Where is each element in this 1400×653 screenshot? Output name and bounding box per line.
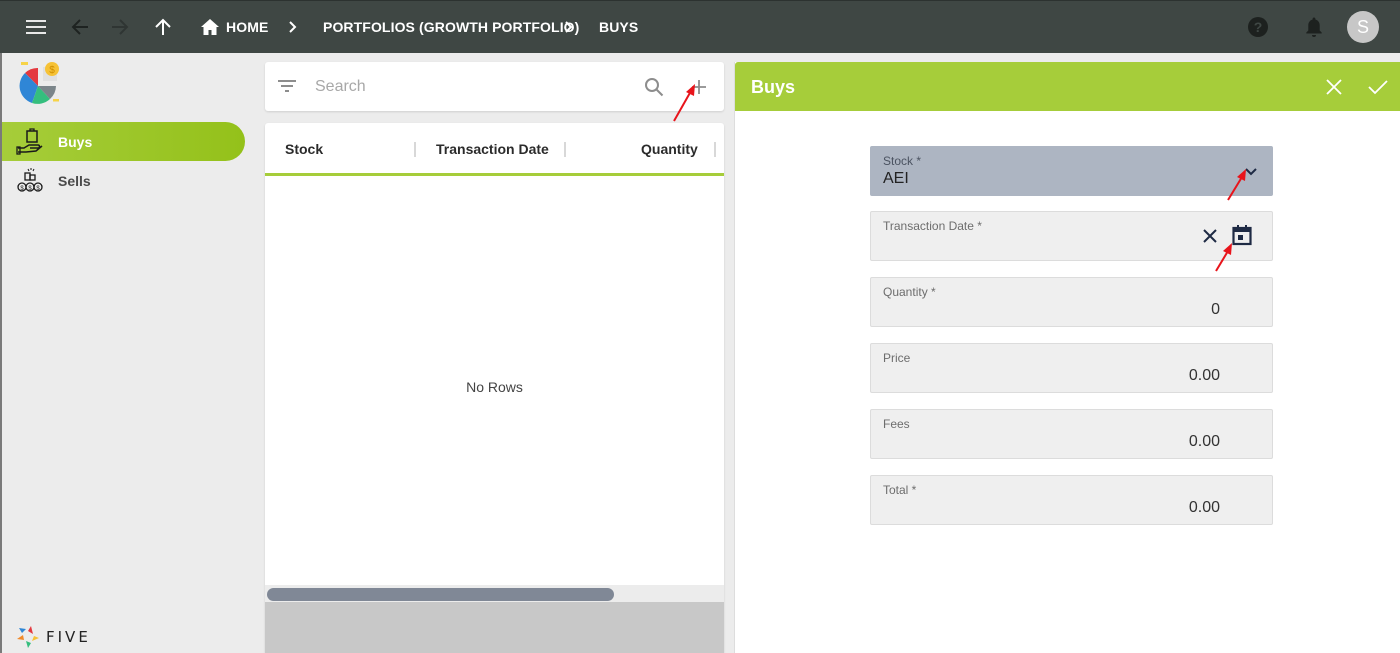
total-field[interactable]: Total * 0.00 [870,475,1273,525]
form-title: Buys [751,77,796,97]
svg-text:?: ? [1254,19,1263,35]
sidebar: $ Buys $ $ $ Sells FIVE [0,53,255,653]
grid-footer [265,602,724,653]
column-resize-handle[interactable] [714,142,716,157]
checkmark-icon [1368,80,1388,95]
stock-value: AEI [883,170,909,187]
back-button[interactable] [67,14,93,40]
clear-icon [1203,229,1217,243]
chevron-right-icon [289,21,297,33]
search-input[interactable] [315,74,635,100]
chevron-down-icon [1245,168,1257,176]
grid-header: Stock Transaction Date Quantity [265,123,724,176]
home-icon [201,19,219,35]
clear-date-button[interactable] [1198,224,1222,248]
close-icon [1326,79,1342,95]
back-arrow-icon [71,19,88,35]
field-label: Quantity * [883,285,936,299]
form-header: Buys [735,62,1400,111]
fees-field[interactable]: Fees 0.00 [870,409,1273,459]
breadcrumb-portfolios[interactable]: PORTFOLIOS (GROWTH PORTFOLIO) [323,19,579,35]
menu-button[interactable] [23,14,49,40]
search-icon[interactable] [644,77,664,97]
fees-value: 0.00 [1188,433,1220,450]
up-button[interactable] [150,14,176,40]
forward-button[interactable] [107,14,133,40]
sidebar-item-label: Sells [58,172,91,189]
dropdown-button[interactable] [1239,160,1263,184]
help-button[interactable]: ? [1245,14,1271,40]
cancel-button[interactable] [1321,74,1347,100]
top-app-bar: HOME PORTFOLIOS (GROWTH PORTFOLIO) BUYS … [0,0,1400,53]
field-label: Transaction Date * [883,219,982,233]
notifications-button[interactable] [1301,14,1327,40]
chevron-right-icon [565,21,573,33]
no-rows-message: No Rows [466,379,523,395]
home-crumb-icon[interactable] [197,14,223,40]
svg-text:$: $ [49,65,55,76]
notifications-bell-icon [1306,17,1322,37]
forward-arrow-icon [112,19,129,35]
quantity-value: 0 [1211,301,1220,318]
column-header-stock[interactable]: Stock [285,141,323,157]
column-resize-handle[interactable] [564,142,566,157]
form-panel: Buys Stock * AEI Transaction Date * Quan… [734,62,1400,653]
transaction-date-field[interactable]: Transaction Date * [870,211,1273,261]
sidebar-item-buys[interactable]: Buys [2,122,245,161]
user-avatar[interactable]: S [1347,11,1379,43]
five-logo-text: FIVE [46,628,91,646]
field-label: Fees [883,417,910,431]
date-picker-button[interactable] [1230,223,1254,247]
data-grid: Stock Transaction Date Quantity No Rows [265,123,724,653]
help-icon: ? [1248,17,1268,37]
sidebar-item-sells[interactable]: $ $ $ Sells [2,161,245,200]
horizontal-scrollbar[interactable] [265,585,724,602]
save-button[interactable] [1365,74,1391,100]
buy-hand-bag-icon [16,128,43,155]
five-star-logo-icon [17,626,39,648]
field-label: Total * [883,483,917,497]
price-field[interactable]: Price 0.00 [870,343,1273,393]
column-header-quantity[interactable]: Quantity [641,141,698,157]
breadcrumb-buys: BUYS [599,19,639,35]
app-logo-pie-chart-icon: $ [19,62,59,104]
stock-select[interactable]: Stock * AEI [870,146,1273,196]
field-label: Price [883,351,911,365]
total-value: 0.00 [1188,499,1220,516]
menu-icon [26,20,46,34]
sidebar-item-label: Buys [58,133,93,150]
field-label: Stock * [883,154,922,168]
sell-coins-icon: $ $ $ [17,168,43,192]
filter-icon[interactable] [278,79,296,93]
up-arrow-icon [155,18,171,35]
price-value: 0.00 [1188,367,1220,384]
column-resize-handle[interactable] [414,142,416,157]
column-header-transaction-date[interactable]: Transaction Date [436,141,549,157]
scrollbar-thumb[interactable] [267,588,614,601]
quantity-field[interactable]: Quantity * 0 [870,277,1273,327]
add-record-icon[interactable] [691,79,707,95]
breadcrumb-home[interactable]: HOME [226,19,268,35]
search-bar [265,62,724,111]
calendar-icon [1232,225,1252,246]
five-logo: FIVE [16,625,91,649]
